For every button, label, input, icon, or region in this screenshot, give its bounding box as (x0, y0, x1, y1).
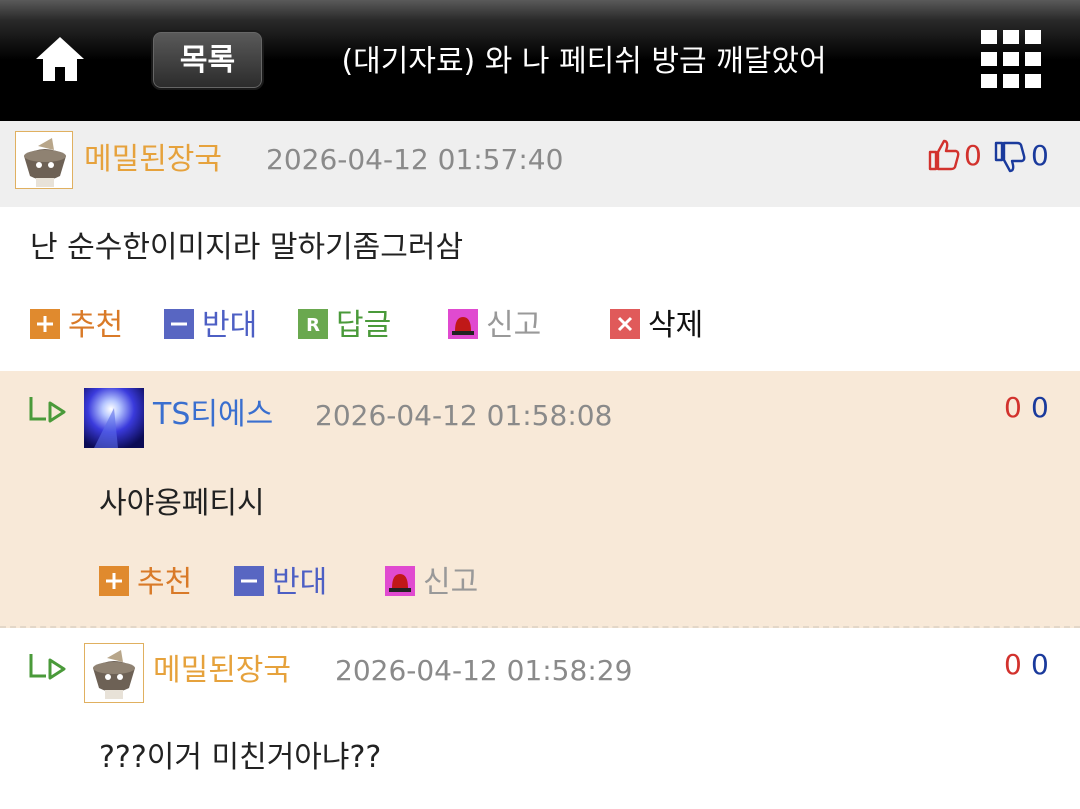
upvote-count: 0 (964, 139, 982, 172)
recommend-button[interactable]: 추천 (99, 563, 192, 603)
reply-r-icon: R (298, 308, 328, 339)
recommend-button[interactable]: 추천 (30, 306, 123, 346)
thumbs-down-icon[interactable] (993, 140, 1027, 174)
recommend-label: 추천 (68, 308, 124, 343)
reply-comment-item: TS티에스 2026-04-12 01:58:08 0 0 사야옹페티시 추천 … (0, 371, 1080, 628)
nickname[interactable]: 메밀된장국 (84, 140, 222, 180)
avatar (84, 643, 144, 703)
upvote-count: 0 (1004, 648, 1022, 681)
oppose-label: 반대 (202, 308, 258, 343)
report-button[interactable]: 신고 (448, 306, 541, 346)
downvote-count: 0 (1031, 139, 1049, 172)
report-button[interactable]: 신고 (385, 563, 478, 603)
delete-x-icon (610, 308, 640, 339)
reply-comment-item: 메밀된장국 2026-04-12 01:58:29 0 0 ???이거 미친거아… (0, 628, 1080, 809)
reply-arrow-icon (29, 397, 66, 423)
home-icon[interactable] (34, 33, 86, 85)
reply-arrow-icon (29, 654, 66, 680)
comment-text: 사야옹페티시 (99, 486, 265, 521)
siren-icon (448, 308, 478, 339)
minus-icon (164, 308, 194, 339)
delete-label: 삭제 (648, 308, 704, 343)
upvote-count: 0 (1004, 391, 1022, 424)
page-title: (대기자료) 와 나 페티쉬 방금 깨달았어 (341, 44, 827, 79)
recommend-label: 추천 (137, 565, 193, 600)
oppose-button[interactable]: 반대 (164, 306, 257, 346)
delete-button[interactable]: 삭제 (610, 306, 703, 346)
comment-date: 2026-04-12 01:57:40 (266, 143, 564, 176)
minus-icon (234, 565, 264, 596)
menu-grid-icon[interactable] (981, 30, 1041, 90)
siren-icon (385, 565, 415, 596)
plus-icon (99, 565, 129, 596)
comment-date: 2026-04-12 01:58:08 (315, 399, 613, 432)
report-label: 신고 (423, 565, 479, 600)
nickname[interactable]: 메밀된장국 (153, 651, 291, 691)
avatar (15, 131, 73, 189)
svg-text:R: R (306, 315, 320, 336)
reply-button[interactable]: R 답글 (298, 306, 391, 346)
comment-date: 2026-04-12 01:58:29 (335, 654, 633, 687)
list-button[interactable]: 목록 (151, 30, 264, 90)
comment-header: 메밀된장국 2026-04-12 01:57:40 0 0 (0, 121, 1080, 207)
oppose-button[interactable]: 반대 (234, 563, 327, 603)
plus-icon (30, 308, 60, 339)
downvote-count: 0 (1031, 648, 1049, 681)
avatar (84, 388, 144, 448)
thumbs-up-icon[interactable] (927, 138, 961, 172)
comment-text: ???이거 미친거아냐?? (99, 740, 382, 775)
top-bar: 목록 (대기자료) 와 나 페티쉬 방금 깨달았어 (0, 0, 1080, 121)
reply-label: 답글 (336, 308, 392, 343)
report-label: 신고 (486, 308, 542, 343)
oppose-label: 반대 (272, 565, 328, 600)
comment-item: 메밀된장국 2026-04-12 01:57:40 0 0 난 순수한이미지라 … (0, 121, 1080, 371)
downvote-count: 0 (1031, 391, 1049, 424)
comment-text: 난 순수한이미지라 말하기좀그러삼 (30, 230, 464, 265)
nickname[interactable]: TS티에스 (153, 395, 273, 435)
